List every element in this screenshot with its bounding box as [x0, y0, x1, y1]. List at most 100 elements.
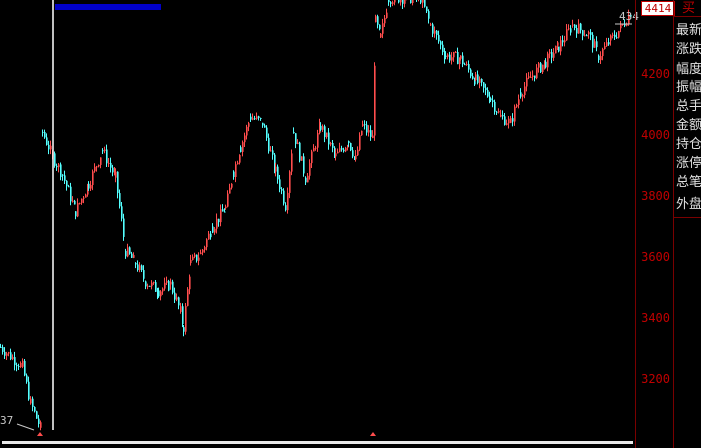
candle-body — [335, 153, 337, 157]
candle-body — [538, 63, 540, 68]
candle-body — [392, 2, 394, 4]
candle-body — [540, 63, 542, 73]
candle-body — [283, 190, 285, 204]
candle-body — [12, 357, 14, 360]
candle-body — [281, 189, 283, 191]
candle-body — [341, 148, 343, 150]
candle-body — [125, 250, 127, 257]
candle-body — [54, 153, 56, 166]
candle-body — [135, 263, 137, 265]
candle-body — [576, 27, 578, 34]
candle-body — [279, 179, 281, 190]
candle-body — [246, 126, 248, 136]
candle-body — [190, 260, 192, 264]
candle-body — [231, 183, 233, 188]
chart-canvas[interactable] — [0, 0, 635, 448]
candle-body — [315, 147, 317, 149]
candle-body — [0, 346, 2, 348]
candle-body — [119, 193, 121, 207]
candle-body — [75, 211, 77, 217]
candle-body — [398, 0, 400, 3]
candle-body — [233, 171, 235, 178]
candle-body — [311, 151, 313, 164]
candle-body — [574, 24, 576, 28]
candle-body — [164, 282, 166, 289]
candle-body — [287, 192, 289, 211]
candle-body — [379, 24, 381, 30]
candle-body — [229, 187, 231, 194]
candle-body — [30, 398, 32, 404]
candle-body — [4, 351, 6, 356]
candle-body — [68, 186, 70, 188]
candle-body — [555, 45, 557, 54]
candle-body — [96, 166, 98, 168]
candle-body — [339, 148, 341, 152]
candle-body — [402, 0, 404, 4]
candle-body — [614, 34, 616, 38]
candle-body — [487, 90, 489, 97]
candle-body — [143, 270, 145, 279]
candle-body — [83, 197, 85, 199]
candle-body — [326, 132, 328, 138]
candle-body — [475, 74, 477, 81]
candle-body — [380, 33, 382, 38]
candle-body — [330, 143, 332, 145]
candle-body — [516, 105, 518, 107]
candle-body — [422, 0, 424, 3]
candle-body — [352, 150, 354, 157]
candle-body — [558, 46, 560, 52]
candle-body — [530, 76, 532, 78]
quote-label-amount: 金额 — [676, 118, 701, 133]
candle-body — [170, 281, 172, 285]
candle-body — [198, 257, 200, 261]
candle-body — [110, 162, 112, 168]
candle-body — [127, 247, 129, 257]
candle-body — [8, 352, 10, 354]
candle-body — [220, 209, 222, 223]
candle-body — [410, 0, 412, 4]
candle-body — [322, 126, 324, 130]
candle-body — [216, 218, 218, 229]
candle-body — [272, 150, 274, 155]
candle-body — [498, 111, 500, 113]
candle-body — [239, 155, 241, 163]
candle-body — [384, 17, 386, 24]
candle-body — [364, 124, 366, 126]
scroll-track[interactable] — [2, 441, 633, 444]
candle-body — [200, 252, 202, 254]
candle-body — [117, 171, 119, 194]
candle-body — [557, 42, 559, 46]
event-marker[interactable] — [37, 432, 43, 436]
candle-body — [560, 40, 562, 52]
candle-body — [185, 305, 187, 332]
buy-label[interactable]: 买 — [674, 0, 701, 17]
candle-body — [6, 353, 8, 356]
candle-body — [483, 82, 485, 88]
candle-body — [320, 125, 322, 130]
candle-body — [470, 69, 472, 77]
candle-body — [50, 145, 52, 150]
timeline-scrollbar[interactable] — [0, 438, 635, 448]
candlestick-chart[interactable] — [0, 0, 635, 448]
candle-body — [20, 362, 22, 367]
candle-body — [285, 205, 287, 211]
scroll-thumb[interactable] — [55, 4, 161, 10]
candle-body — [60, 164, 62, 178]
candle-body — [301, 156, 303, 161]
candle-body — [88, 183, 90, 189]
candle-body — [547, 53, 549, 68]
candle-body — [92, 171, 94, 186]
candle-body — [481, 79, 483, 83]
candle-body — [372, 135, 374, 139]
candle-body — [176, 297, 178, 300]
candle-body — [48, 144, 50, 150]
candle-body — [77, 202, 79, 217]
candle-body — [289, 171, 291, 193]
event-marker[interactable] — [370, 432, 376, 436]
candle-body — [453, 52, 455, 58]
candle-body — [424, 0, 426, 7]
candle-body — [206, 239, 208, 248]
candle-body — [133, 255, 135, 258]
candle-body — [496, 111, 498, 113]
candle-body — [374, 65, 376, 136]
